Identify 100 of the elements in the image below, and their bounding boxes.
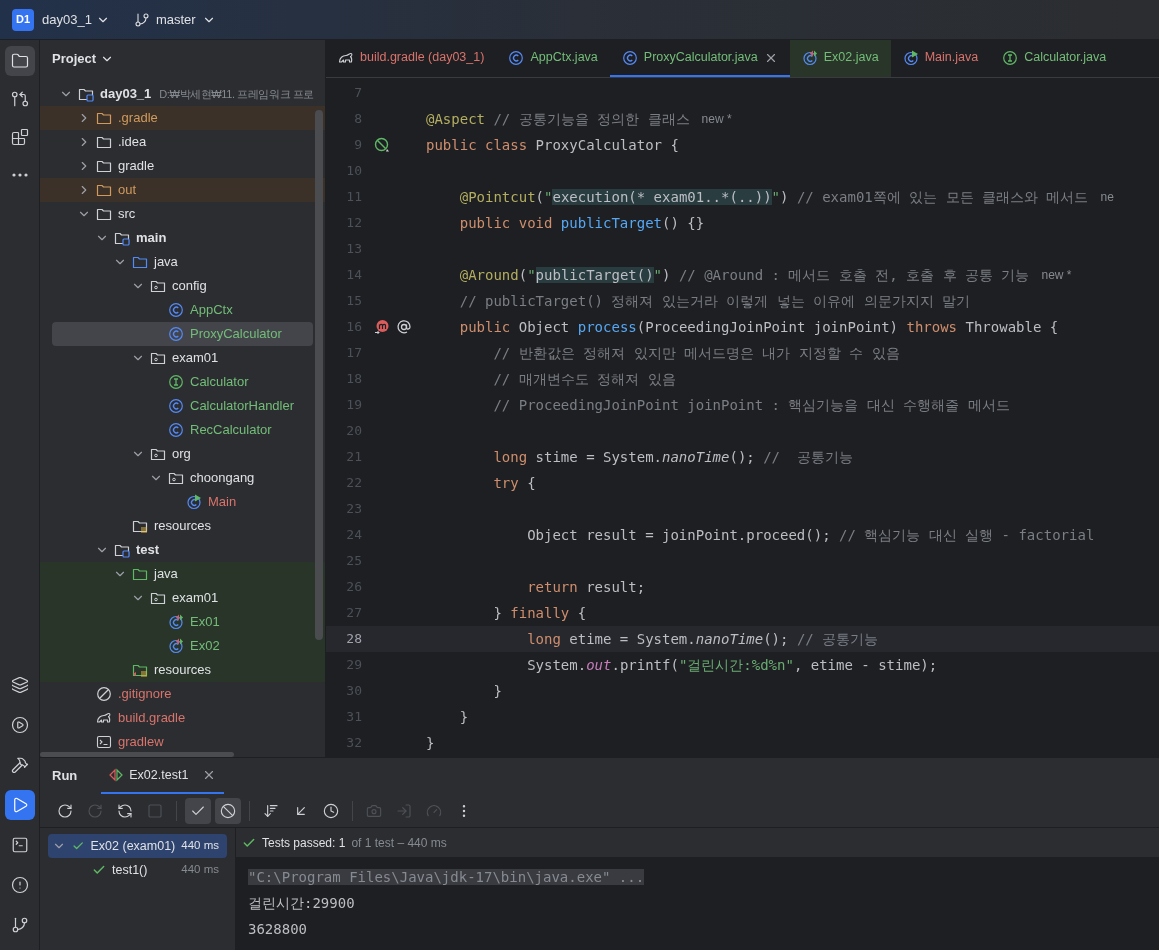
editor-tab[interactable]: build.gradle (day03_1) xyxy=(326,40,497,77)
run-tab[interactable]: Ex02.test1 xyxy=(101,758,225,794)
terminal-file-icon xyxy=(96,734,112,750)
tree-item[interactable]: build.gradle xyxy=(52,706,313,730)
method-marker-icon[interactable] xyxy=(374,319,390,335)
folder-icon xyxy=(96,134,112,150)
console-line: 3628800 xyxy=(248,921,307,937)
resources-folder-icon xyxy=(132,518,148,534)
test-tree-item[interactable]: test1() 440 ms xyxy=(48,858,227,882)
test-name: Ex02 (exam01) xyxy=(90,837,176,855)
project-tool-window-button[interactable] xyxy=(4,46,35,76)
tree-item[interactable]: src xyxy=(52,202,313,226)
tree-item[interactable]: CalculatorHandler xyxy=(52,394,313,418)
tree-item[interactable]: gradle xyxy=(52,154,313,178)
at-sign-icon[interactable] xyxy=(396,319,412,335)
tree-item-label: Ex01 xyxy=(190,613,220,632)
tree-item-label: out xyxy=(118,181,137,200)
tree-item-label: gradle xyxy=(118,157,155,176)
run-tool-window-button[interactable] xyxy=(4,790,35,820)
tree-item-label: gradlew xyxy=(118,733,164,752)
project-menu[interactable]: day03_1 xyxy=(42,9,110,30)
tree-item[interactable]: resources xyxy=(52,514,313,538)
test-class-icon xyxy=(168,614,184,630)
tree-item-label: src xyxy=(118,205,136,224)
tree-item[interactable]: Calculator xyxy=(52,370,313,394)
tree-item[interactable]: exam01 xyxy=(52,346,313,370)
tree-item-label: Ex02 xyxy=(190,637,220,656)
code-line: try { xyxy=(492,473,536,493)
tree-item[interactable]: ProxyCalculator xyxy=(52,322,313,346)
commit-icon xyxy=(10,90,29,108)
vertical-scrollbar[interactable] xyxy=(315,110,323,640)
tree-item-label: exam01 xyxy=(172,589,219,608)
show-passed-button[interactable] xyxy=(185,797,211,824)
tree-item[interactable]: day03_1 D:₩박세현₩11. 프레임워크 프로 xyxy=(52,82,315,106)
tree-item-label: resources xyxy=(154,517,212,536)
inlay-hint: new * xyxy=(1041,267,1072,284)
class-icon xyxy=(508,49,525,66)
tree-item[interactable]: .gitignore xyxy=(52,682,313,706)
package-icon xyxy=(168,470,184,486)
tree-item-label: .gitignore xyxy=(118,685,172,704)
tree-item[interactable]: config xyxy=(52,274,313,298)
test-name: test1() xyxy=(112,861,149,879)
tree-item[interactable]: test xyxy=(52,538,313,562)
tab-label: Calculator.java xyxy=(1024,49,1107,67)
tree-item[interactable]: AppCtx xyxy=(52,298,313,322)
panel-title: Run xyxy=(52,767,78,786)
interface-icon xyxy=(168,374,184,390)
tree-item[interactable]: RecCalculator xyxy=(52,418,313,442)
test-tree-item[interactable]: Ex02 (exam01) 440 ms xyxy=(48,834,227,858)
editor-tab[interactable]: Calculator.java xyxy=(990,40,1119,77)
test-class-icon xyxy=(801,49,818,66)
source-folder-icon xyxy=(132,254,148,270)
tree-item-label: java xyxy=(154,565,178,584)
inlay-hint: new * xyxy=(701,111,732,128)
tree-item[interactable]: choongang xyxy=(52,466,313,490)
runnable-class-icon xyxy=(902,49,919,66)
tree-item[interactable]: gradlew xyxy=(52,730,313,754)
tree-item[interactable]: main xyxy=(52,226,313,250)
folder-icon xyxy=(96,110,112,126)
editor-tab[interactable]: Main.java xyxy=(890,40,991,77)
test-run-icon xyxy=(109,768,124,782)
tree-item-label: resources xyxy=(154,661,212,680)
editor-tab[interactable]: AppCtx.java xyxy=(496,40,610,77)
code-line: @Around("publicTarget()") // @Around : 메서드 호출 전, 호출 후 공통 기능 xyxy=(458,265,1030,285)
problems-icon xyxy=(10,876,29,894)
bean-icon[interactable] xyxy=(374,137,390,153)
class-icon xyxy=(168,422,184,438)
tree-item-label: .idea xyxy=(118,133,147,152)
branch-icon xyxy=(133,11,150,28)
tree-item-label: Main xyxy=(208,493,237,512)
tree-item[interactable]: Main xyxy=(52,490,313,514)
tree-item[interactable]: .idea xyxy=(52,130,313,154)
test-duration: 440 ms xyxy=(181,862,219,878)
tree-item-label: org xyxy=(172,445,191,464)
tab-label: AppCtx.java xyxy=(530,49,598,67)
tree-item-label: build.gradle xyxy=(118,709,186,728)
editor-tab[interactable]: ProxyCalculator.java xyxy=(609,40,790,77)
layers-icon xyxy=(10,676,29,694)
tree-item[interactable]: org xyxy=(52,442,313,466)
code-line: public class ProxyCalculator { xyxy=(426,135,679,155)
show-ignored-button[interactable] xyxy=(215,797,241,824)
code-line: @Pointcut("execution(* exam01..*(..))") // exam01쪽에 있는 모든 클래스와 메서드 xyxy=(458,187,1089,207)
branch-menu[interactable]: master xyxy=(133,9,216,30)
test-resources-folder-icon xyxy=(132,662,148,678)
code-line: // publicTarget() 정해져 있는거라 이렇게 넣는 이유에 의문가지지 말기 xyxy=(458,291,970,311)
class-icon xyxy=(168,398,184,414)
package-icon xyxy=(150,350,166,366)
horizontal-scrollbar[interactable] xyxy=(40,752,234,757)
project-view-selector[interactable]: Project xyxy=(52,49,115,69)
code-line: @Aspect // 공통기능을 정의한 클래스 xyxy=(426,109,690,129)
editor-tab[interactable]: Ex02.java xyxy=(789,40,891,77)
project-badge: D1 xyxy=(12,8,34,31)
more-icon xyxy=(11,173,28,177)
structure-icon xyxy=(10,128,29,146)
class-icon xyxy=(168,326,184,342)
folder-icon xyxy=(96,158,112,174)
tree-item[interactable]: java xyxy=(52,250,313,274)
tab-label: Main.java xyxy=(924,49,979,67)
build-icon xyxy=(10,756,29,774)
code-line: public void publicTarget() {} xyxy=(458,213,705,233)
